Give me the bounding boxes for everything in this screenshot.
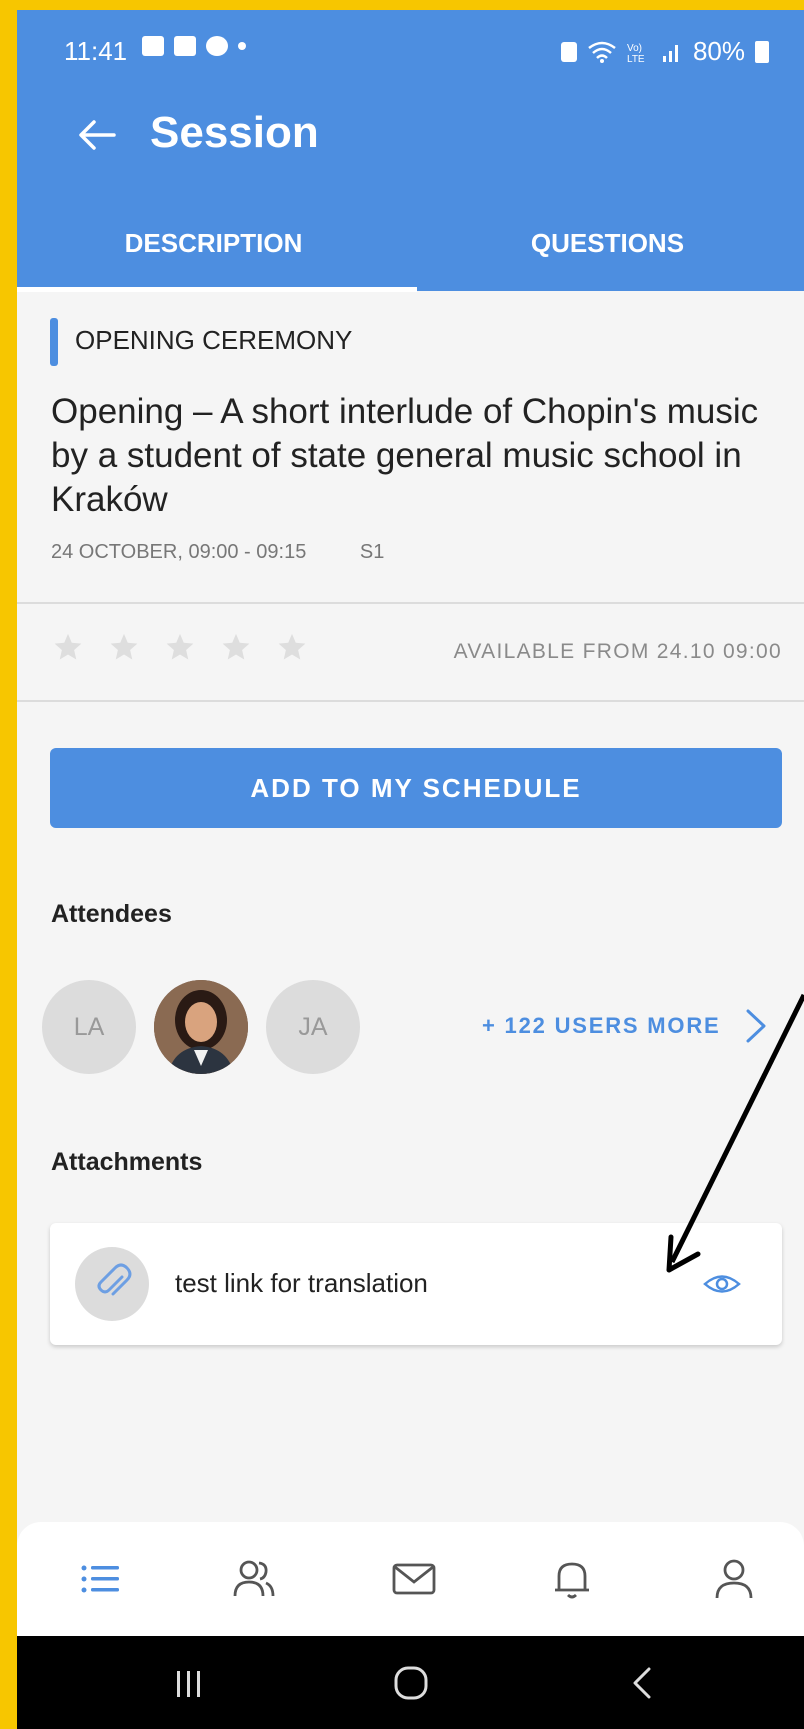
- svg-text:Vo): Vo): [627, 43, 642, 54]
- rating-availability: AVAILABLE FROM 24.10 09:00: [453, 640, 782, 663]
- tab-questions[interactable]: QUESTIONS: [411, 210, 804, 291]
- chat-icon: [206, 36, 228, 56]
- signal-icon: [662, 44, 678, 62]
- attachment-name: test link for translation: [175, 1268, 428, 1298]
- more-users-link[interactable]: + 122 USERS MORE: [482, 1013, 721, 1039]
- lte-icon: Vo)LTE: [627, 43, 645, 64]
- session-title: Opening – A short interlude of Chopin's …: [51, 392, 759, 519]
- divider: [17, 700, 804, 702]
- wifi-icon: [588, 41, 616, 63]
- avatar-photo[interactable]: [154, 980, 248, 1074]
- frame-edge: [17, 0, 804, 10]
- star-icon[interactable]: [165, 632, 195, 662]
- attachments-heading: Attachments: [51, 1148, 203, 1176]
- category-accent: [50, 318, 58, 366]
- home-icon[interactable]: [389, 1663, 433, 1703]
- svg-text:LTE: LTE: [627, 54, 645, 64]
- bell-icon[interactable]: [547, 1554, 597, 1604]
- list-icon[interactable]: [76, 1554, 126, 1604]
- star-icon[interactable]: [277, 632, 307, 662]
- star-icon[interactable]: [53, 632, 83, 662]
- session-datetime: 24 OCTOBER, 09:00 - 09:15: [51, 541, 307, 563]
- people-icon[interactable]: [229, 1554, 279, 1604]
- tab-bar: DESCRIPTION QUESTIONS: [17, 210, 804, 292]
- status-bar: 11:41 Vo) LTE 80%: [17, 30, 804, 74]
- more-notifications-icon: [238, 42, 246, 50]
- page-title: Session: [150, 108, 319, 157]
- bottom-navigation: [17, 1522, 804, 1636]
- back-arrow-icon[interactable]: [72, 110, 122, 160]
- add-to-schedule-button[interactable]: ADD TO MY SCHEDULE: [50, 748, 782, 828]
- person-photo-icon: [154, 980, 248, 1074]
- status-right: Vo) LTE 80%: [560, 36, 769, 67]
- attachment-icon-circle: [75, 1247, 149, 1321]
- system-navigation-bar: [17, 1636, 804, 1729]
- back-nav-icon[interactable]: [621, 1663, 665, 1703]
- avatar[interactable]: JA: [266, 980, 360, 1074]
- battery-saver-icon: [560, 41, 577, 62]
- paperclip-icon: [97, 1263, 132, 1296]
- chevron-right-icon[interactable]: [740, 1006, 770, 1046]
- notification-icons: [142, 36, 246, 56]
- eye-icon[interactable]: [702, 1267, 742, 1301]
- battery-icon: [755, 40, 769, 63]
- star-icon[interactable]: [109, 632, 139, 662]
- gmail-icon: [174, 36, 196, 56]
- profile-icon[interactable]: [709, 1554, 759, 1604]
- attachment-item[interactable]: test link for translation: [50, 1223, 782, 1345]
- header: 11:41 Vo) LTE 80% Session DESCRIPTION QU…: [17, 0, 804, 292]
- session-meta: 24 OCTOBER, 09:00 - 09:15 S1: [51, 541, 384, 564]
- app-screen: 11:41 Vo) LTE 80% Session DESCRIPTION QU…: [17, 0, 804, 1729]
- tab-indicator: [17, 287, 417, 292]
- attendees-heading: Attendees: [51, 900, 172, 928]
- tab-description[interactable]: DESCRIPTION: [17, 210, 410, 291]
- rating-stars: [53, 632, 307, 662]
- avatar[interactable]: LA: [42, 980, 136, 1074]
- session-category: OPENING CEREMONY: [75, 325, 353, 355]
- recent-apps-icon[interactable]: [167, 1663, 211, 1703]
- battery-level: 80%: [692, 36, 745, 66]
- session-room: S1: [359, 541, 385, 563]
- gallery-icon: [142, 36, 164, 56]
- divider: [17, 602, 804, 604]
- mail-icon[interactable]: [389, 1554, 439, 1604]
- app-bar: Session: [17, 100, 804, 170]
- status-time: 11:41: [64, 36, 128, 66]
- star-icon[interactable]: [221, 632, 251, 662]
